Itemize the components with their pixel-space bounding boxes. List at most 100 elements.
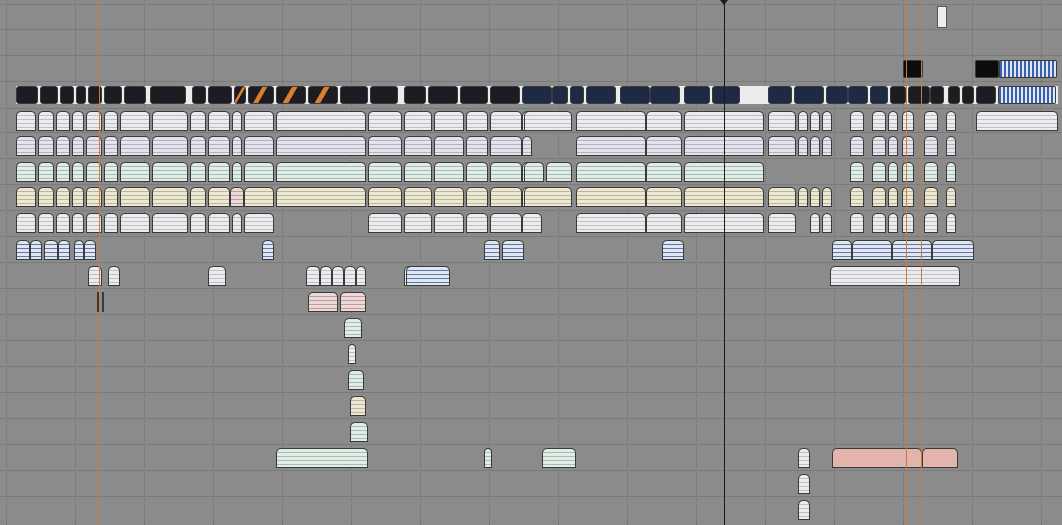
timeline-clip[interactable]	[102, 292, 104, 312]
timeline-clip[interactable]	[276, 448, 368, 468]
timeline-clip[interactable]	[946, 162, 956, 182]
timeline-clip[interactable]	[40, 86, 58, 104]
timeline-clip[interactable]	[576, 187, 646, 207]
timeline-clip[interactable]	[344, 318, 362, 338]
timeline-clip[interactable]	[104, 162, 118, 182]
timeline-clip[interactable]	[230, 187, 244, 207]
timeline-clip[interactable]	[192, 86, 206, 104]
timeline-clip[interactable]	[646, 162, 682, 182]
timeline-clip[interactable]	[244, 136, 274, 156]
timeline-clip[interactable]	[872, 111, 886, 131]
timeline-clip[interactable]	[124, 86, 146, 104]
timeline-clip[interactable]	[902, 136, 914, 156]
timeline-clip[interactable]	[244, 111, 274, 131]
timeline-clip[interactable]	[522, 213, 542, 233]
timeline-clip[interactable]	[74, 240, 84, 260]
timeline-clip[interactable]	[368, 111, 402, 131]
timeline-clip[interactable]	[348, 370, 364, 390]
timeline-clip[interactable]	[232, 213, 242, 233]
timeline-clip[interactable]	[368, 213, 402, 233]
timeline-canvas[interactable]	[0, 0, 1062, 525]
timeline-clip[interactable]	[794, 86, 824, 104]
timeline-clip[interactable]	[208, 111, 230, 131]
timeline-clip[interactable]	[888, 213, 898, 233]
timeline-clip[interactable]	[946, 213, 956, 233]
timeline-clip[interactable]	[434, 111, 464, 131]
timeline-clip[interactable]	[646, 111, 682, 131]
timeline-clip[interactable]	[822, 187, 832, 207]
timeline-clip[interactable]	[404, 136, 432, 156]
timeline-clip[interactable]	[368, 136, 402, 156]
timeline-clip[interactable]	[340, 86, 368, 104]
timeline-clip[interactable]	[768, 86, 792, 104]
timeline-clip[interactable]	[650, 86, 680, 104]
timeline-clip[interactable]	[44, 240, 58, 260]
timeline-clip[interactable]	[72, 162, 84, 182]
timeline-clip[interactable]	[56, 111, 70, 131]
timeline-clip[interactable]	[484, 448, 492, 468]
timeline-clip[interactable]	[404, 86, 426, 104]
timeline-clip[interactable]	[30, 240, 42, 260]
timeline-clip[interactable]	[798, 111, 808, 131]
timeline-clip[interactable]	[434, 162, 464, 182]
timeline-clip[interactable]	[152, 162, 188, 182]
timeline-clip[interactable]	[16, 240, 30, 260]
timeline-clip[interactable]	[120, 213, 150, 233]
timeline-clip[interactable]	[976, 111, 1058, 131]
timeline-clip[interactable]	[870, 86, 888, 104]
timeline-clip[interactable]	[902, 213, 914, 233]
timeline-clip[interactable]	[712, 86, 740, 104]
timeline-clip[interactable]	[368, 187, 402, 207]
timeline-clip[interactable]	[552, 86, 568, 104]
timeline-clip[interactable]	[150, 86, 186, 104]
timeline-clip[interactable]	[822, 213, 832, 233]
timeline-clip[interactable]	[522, 136, 532, 156]
timeline-clip[interactable]	[466, 162, 488, 182]
playhead-handle[interactable]	[720, 0, 728, 5]
timeline-clip[interactable]	[190, 187, 206, 207]
timeline-clip[interactable]	[850, 162, 864, 182]
timeline-clip[interactable]	[892, 240, 932, 260]
marker-line[interactable]	[921, 0, 922, 525]
timeline-clip[interactable]	[768, 136, 796, 156]
timeline-clip[interactable]	[276, 86, 306, 104]
timeline-clip[interactable]	[826, 86, 848, 104]
timeline-clip[interactable]	[466, 136, 488, 156]
timeline-clip[interactable]	[946, 111, 956, 131]
timeline-clip[interactable]	[924, 136, 938, 156]
timeline-clip[interactable]	[38, 111, 54, 131]
timeline-clip[interactable]	[524, 187, 572, 207]
timeline-clip[interactable]	[208, 162, 230, 182]
timeline-clip[interactable]	[888, 162, 898, 182]
timeline-clip[interactable]	[768, 187, 796, 207]
timeline-clip[interactable]	[798, 136, 808, 156]
timeline-clip[interactable]	[120, 136, 150, 156]
timeline-clip[interactable]	[120, 187, 150, 207]
timeline-clip[interactable]	[434, 187, 464, 207]
timeline-clip[interactable]	[356, 266, 366, 286]
timeline-clip[interactable]	[460, 86, 488, 104]
timeline-clip[interactable]	[490, 86, 520, 104]
timeline-clip[interactable]	[768, 111, 796, 131]
timeline-clip[interactable]	[152, 136, 188, 156]
timeline-clip[interactable]	[798, 448, 810, 468]
timeline-clip[interactable]	[850, 136, 864, 156]
timeline-clip[interactable]	[490, 187, 522, 207]
timeline-clip[interactable]	[522, 86, 552, 104]
timeline-clip[interactable]	[404, 187, 432, 207]
timeline-clip[interactable]	[104, 136, 118, 156]
timeline-clip[interactable]	[490, 136, 522, 156]
timeline-clip[interactable]	[244, 213, 274, 233]
timeline-clip[interactable]	[466, 111, 488, 131]
timeline-clip[interactable]	[38, 213, 54, 233]
timeline-clip[interactable]	[646, 213, 682, 233]
timeline-clip[interactable]	[190, 213, 206, 233]
timeline-clip[interactable]	[340, 292, 366, 312]
timeline-clip[interactable]	[262, 240, 274, 260]
timeline-clip[interactable]	[276, 111, 366, 131]
timeline-clip[interactable]	[924, 213, 938, 233]
timeline-clip[interactable]	[190, 111, 206, 131]
timeline-clip[interactable]	[248, 86, 274, 104]
timeline-clip[interactable]	[872, 187, 886, 207]
timeline-clip[interactable]	[104, 111, 118, 131]
